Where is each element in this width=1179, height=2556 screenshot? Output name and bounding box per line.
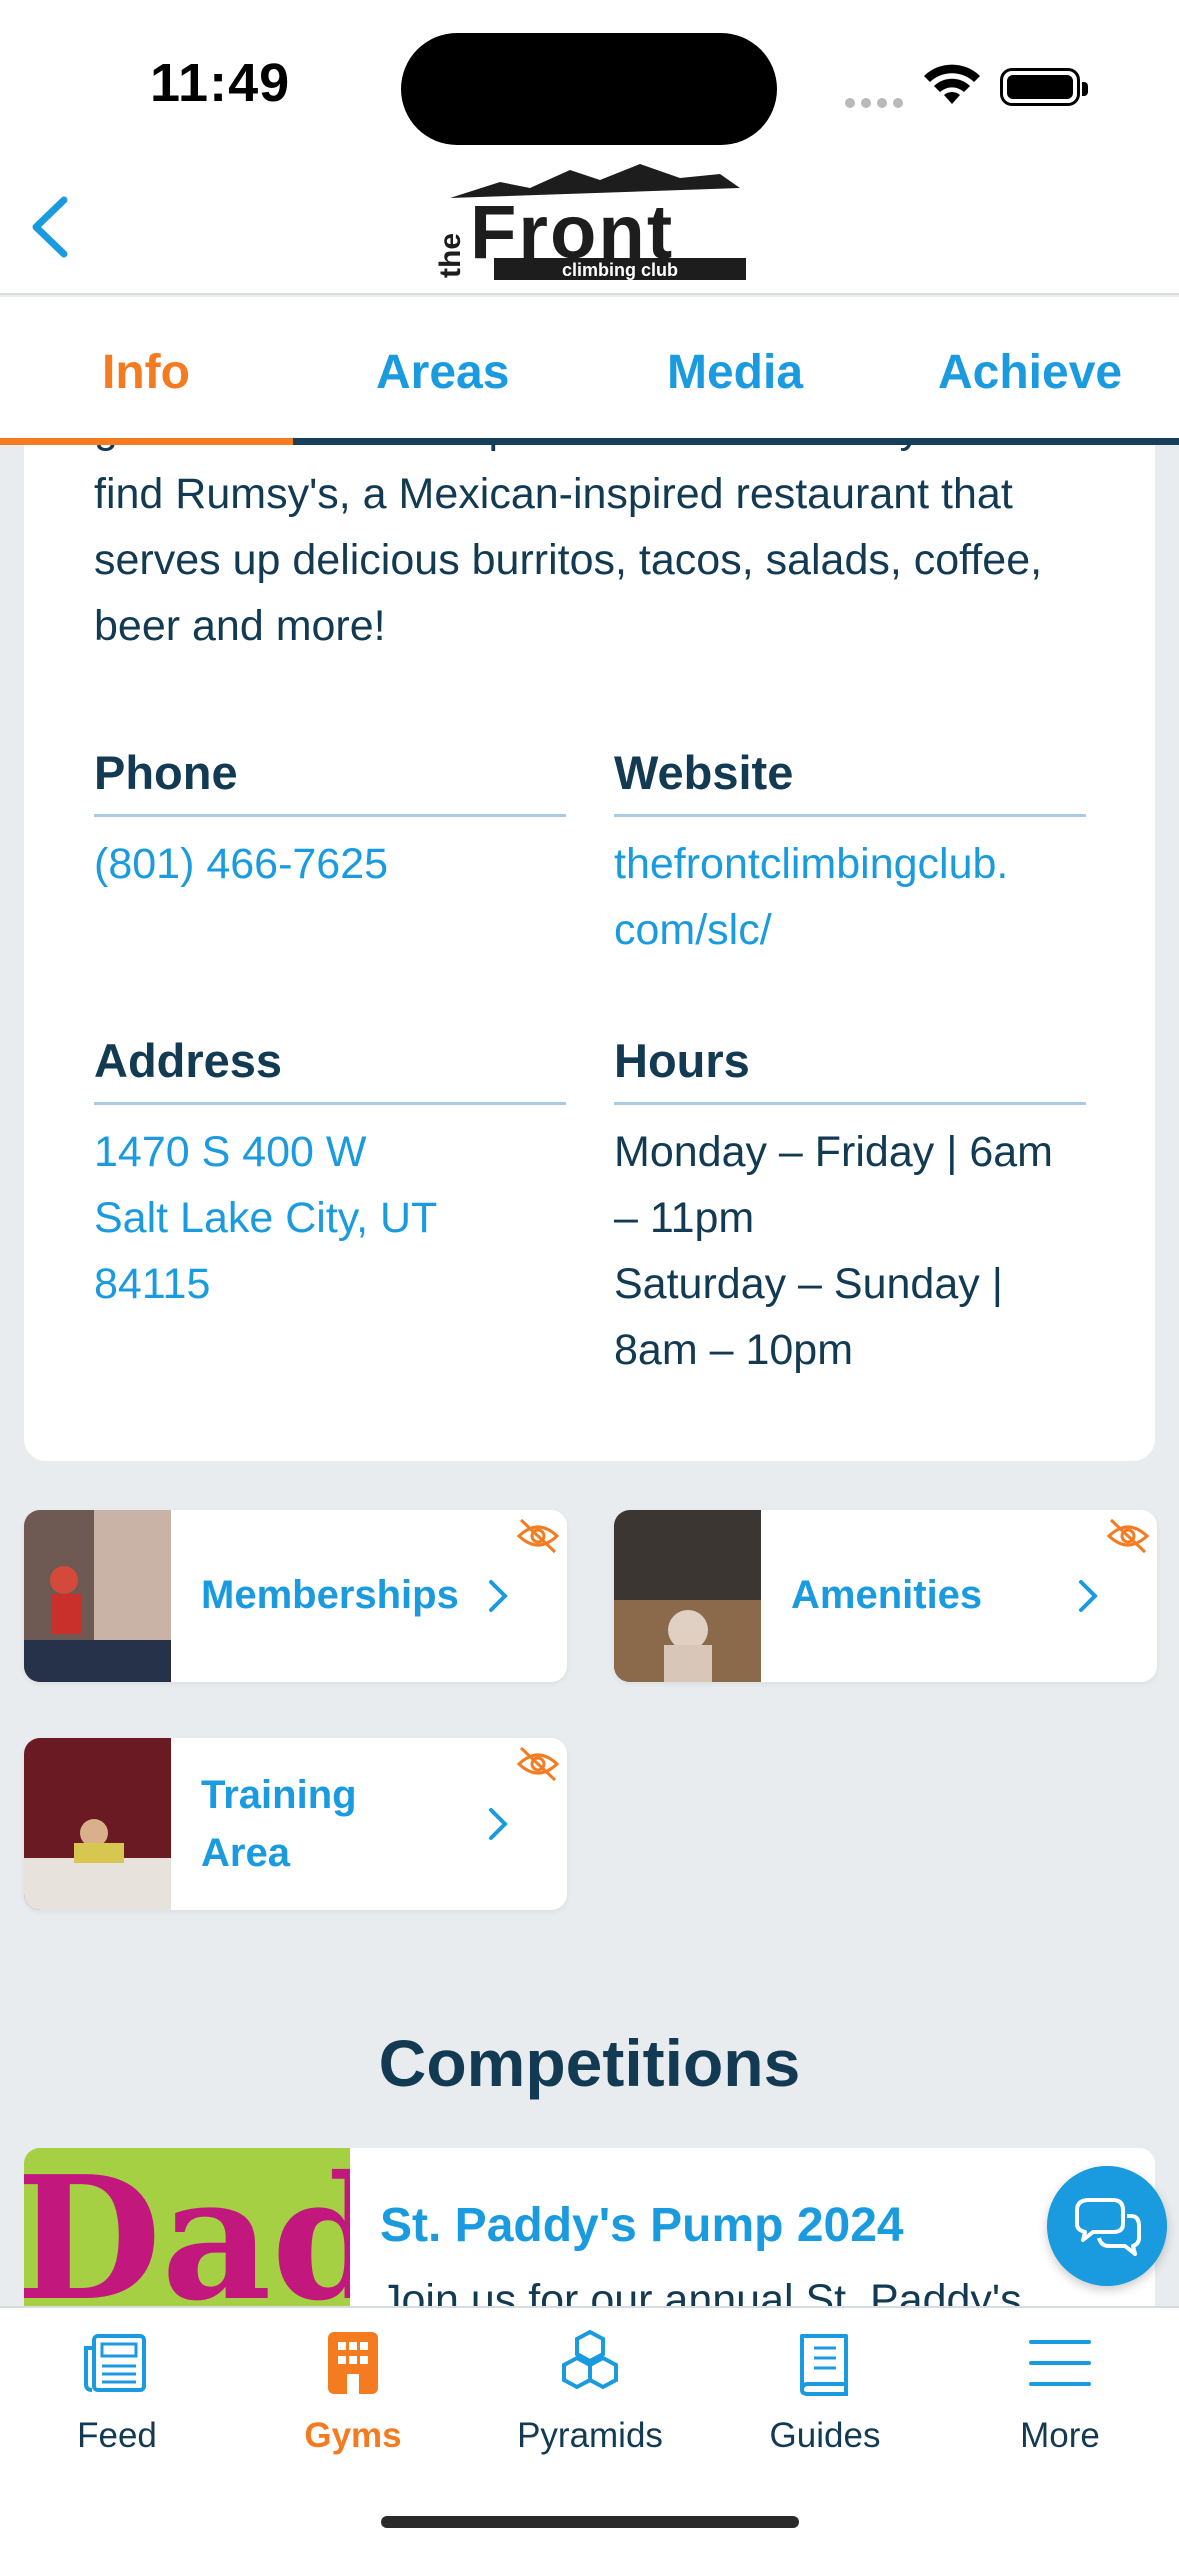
cellular-signal-icon — [845, 95, 909, 113]
competition-card[interactable]: Dad St. Paddy's Pump 2024 Join us for ou… — [24, 2148, 1155, 2308]
chat-button[interactable] — [1047, 2166, 1167, 2286]
phone-link[interactable]: (801) 466-7625 — [94, 831, 566, 897]
address-line: 1470 S 400 W — [94, 1128, 367, 1176]
tab-areas[interactable]: Areas — [376, 345, 509, 400]
gym-description: gear around. Head up to our 3rd floor an… — [94, 445, 1094, 659]
the-front-logo: the Front climbing club — [434, 164, 746, 280]
website-line: thefrontclimbingclub. — [614, 840, 1009, 888]
hours-line: Monday – Friday | 6am — [614, 1128, 1053, 1176]
gym-info-card: gear around. Head up to our 3rd floor an… — [24, 445, 1155, 1461]
address-field: Address 1470 S 400 W Salt Lake City, UT … — [94, 1033, 566, 1317]
competition-title: St. Paddy's Pump 2024 — [380, 2199, 904, 2252]
description-partial-line: gear around. Head up to our 3rd floor an… — [94, 445, 1094, 461]
description-text: find Rumsy's, a Mexican-inspired restaur… — [94, 470, 1043, 650]
newspaper-icon — [84, 2334, 146, 2392]
svg-text:Dad: Dad — [24, 2148, 350, 2308]
amenities-photo — [614, 1510, 761, 1682]
nav-pyramids-label: Pyramids — [517, 2416, 663, 2455]
amenities-label: Amenities — [791, 1573, 983, 1617]
nav-gyms-label: Gyms — [304, 2416, 402, 2455]
nav-guides[interactable]: Guides — [725, 2328, 925, 2456]
tab-bar: Info Areas Media Achieve — [0, 297, 1179, 445]
nav-gyms[interactable]: Gyms — [253, 2328, 453, 2456]
nav-header: the Front climbing club — [0, 150, 1179, 295]
website-label: Website — [614, 745, 1086, 817]
nav-more-label: More — [1020, 2416, 1100, 2455]
hours-label: Hours — [614, 1033, 1086, 1105]
amenities-tile[interactable]: Amenities — [614, 1510, 1157, 1682]
training-area-label-line: Training — [201, 1773, 357, 1817]
home-indicator — [381, 2516, 799, 2528]
tab-media[interactable]: Media — [667, 345, 803, 400]
website-field: Website thefrontclimbingclub. com/slc/ — [614, 745, 1086, 963]
hours-line: 8am – 10pm — [614, 1326, 854, 1374]
chevron-right-icon — [1079, 1580, 1098, 1612]
status-time: 11:49 — [150, 53, 291, 113]
svg-text:the: the — [434, 233, 467, 278]
training-area-label: Training Area — [201, 1766, 357, 1882]
competition-description: Join us for our annual St. Paddy's — [380, 2276, 1022, 2308]
eye-off-icon — [516, 1518, 560, 1554]
status-bar: 11:49 — [0, 0, 1179, 170]
address-label: Address — [94, 1033, 566, 1105]
back-chevron-icon[interactable] — [22, 192, 82, 262]
memberships-label: Memberships — [201, 1573, 459, 1617]
hours-field: Hours Monday – Friday | 6am – 11pm Satur… — [614, 1033, 1086, 1383]
chevron-right-icon — [489, 1580, 508, 1612]
dynamic-island — [401, 33, 777, 145]
hours-line: – 11pm — [614, 1194, 755, 1242]
tab-info[interactable]: Info — [102, 345, 190, 400]
nav-guides-label: Guides — [769, 2416, 881, 2455]
training-area-photo — [24, 1738, 171, 1910]
menu-icon — [1029, 2340, 1091, 2386]
battery-icon — [1000, 68, 1088, 106]
memberships-tile[interactable]: Memberships — [24, 1510, 567, 1682]
phone-field: Phone (801) 466-7625 — [94, 745, 566, 897]
chevron-right-icon — [489, 1808, 508, 1840]
competitions-heading: Competitions — [378, 2026, 801, 2100]
wifi-icon — [924, 64, 980, 104]
eye-off-icon — [516, 1746, 560, 1782]
website-line: com/slc/ — [614, 906, 772, 954]
nav-feed[interactable]: Feed — [17, 2328, 217, 2456]
nav-feed-label: Feed — [77, 2416, 157, 2455]
website-link[interactable]: thefrontclimbingclub. com/slc/ — [614, 831, 1086, 963]
nav-pyramids[interactable]: Pyramids — [490, 2328, 690, 2456]
nav-more[interactable]: More — [960, 2328, 1160, 2456]
tab-achieve[interactable]: Achieve — [938, 345, 1122, 400]
hexagons-icon — [562, 2329, 618, 2390]
memberships-photo — [24, 1510, 171, 1682]
phone-label: Phone — [94, 745, 566, 817]
training-area-label-line: Area — [201, 1831, 290, 1875]
address-line: 84115 — [94, 1260, 211, 1308]
hours-line: Saturday – Sunday | — [614, 1260, 1003, 1308]
training-area-tile[interactable]: Training Area — [24, 1738, 567, 1910]
hours-value: Monday – Friday | 6am – 11pm Saturday – … — [614, 1119, 1086, 1383]
competition-poster: Dad — [24, 2148, 350, 2308]
building-icon — [328, 2332, 378, 2394]
svg-text:climbing club: climbing club — [562, 260, 678, 280]
address-link[interactable]: 1470 S 400 W Salt Lake City, UT 84115 — [94, 1119, 566, 1317]
book-icon — [800, 2334, 848, 2396]
tab-indicator — [0, 438, 1179, 445]
eye-off-icon — [1106, 1518, 1150, 1554]
address-line: Salt Lake City, UT — [94, 1194, 438, 1242]
